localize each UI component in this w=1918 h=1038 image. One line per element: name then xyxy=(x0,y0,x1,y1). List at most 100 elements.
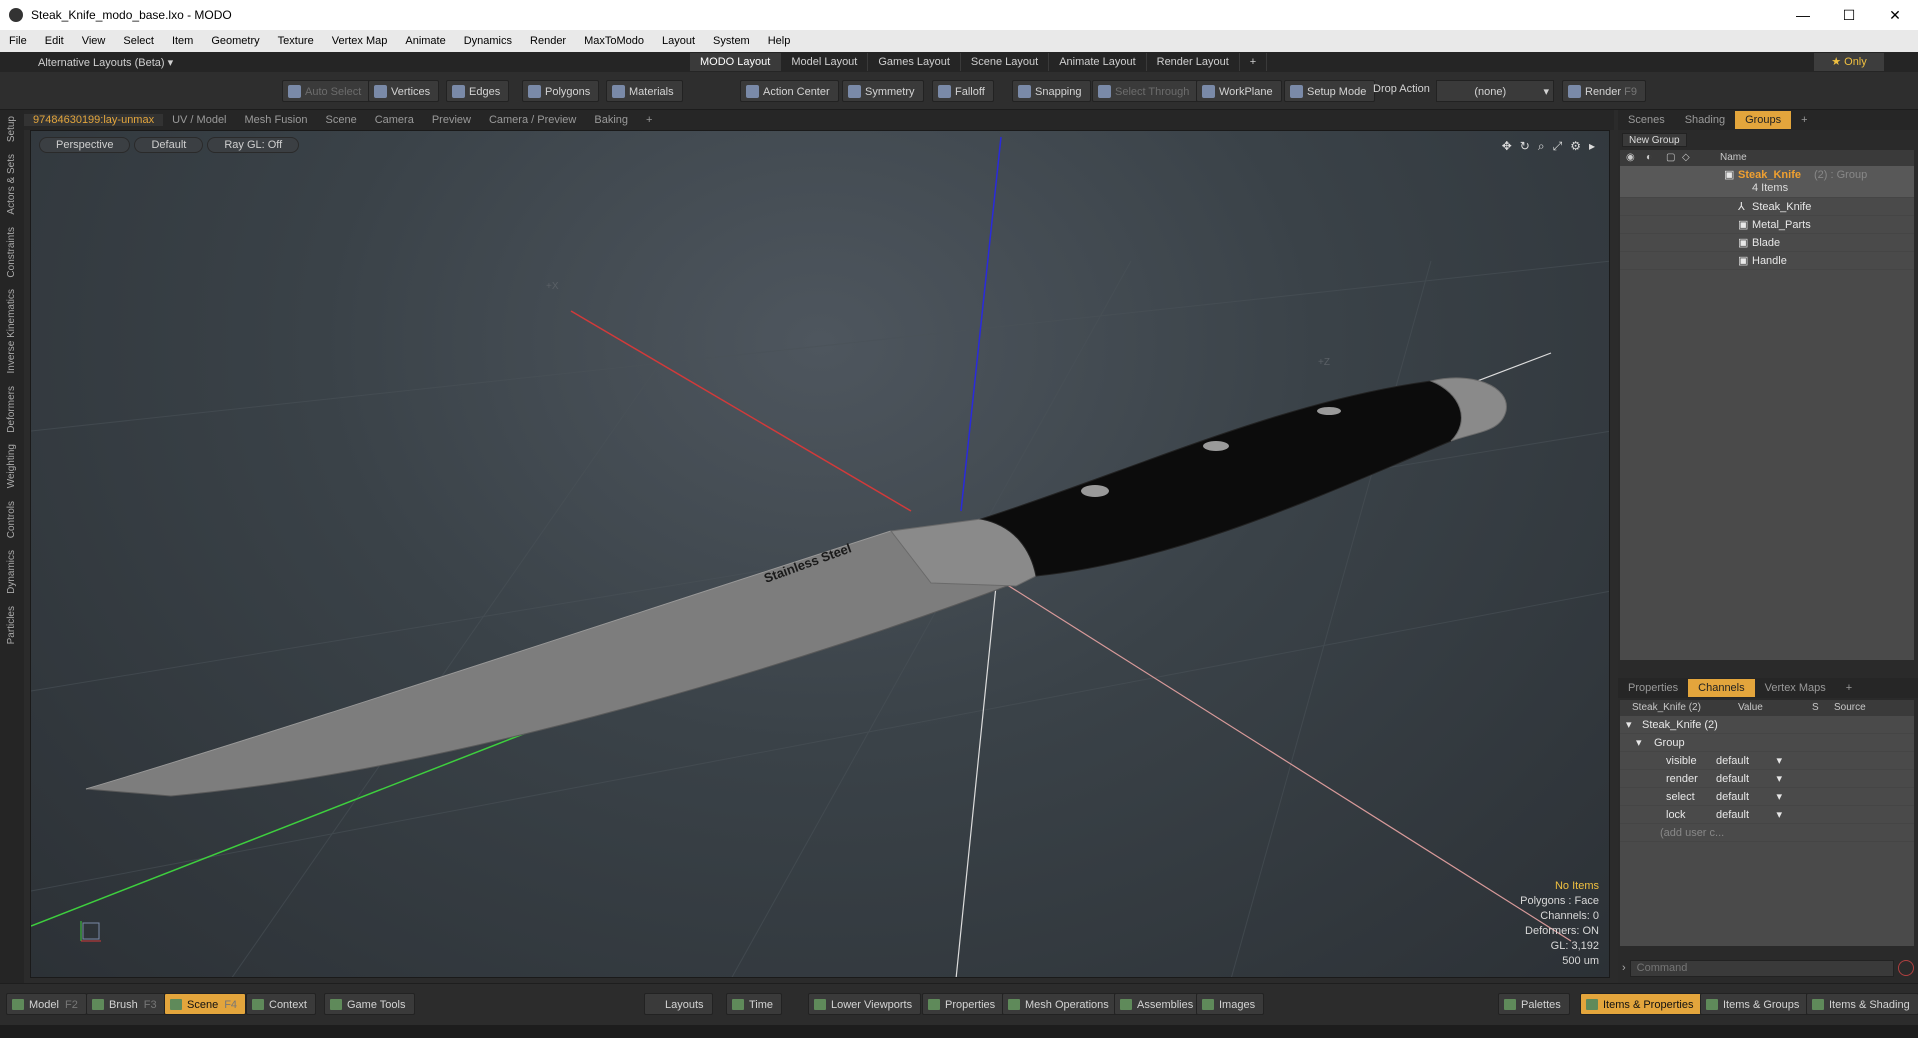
table-row[interactable]: select default ▾ xyxy=(1620,788,1914,806)
tab-modo-layout[interactable]: MODO Layout xyxy=(690,53,782,71)
polygons-button[interactable]: Polygons xyxy=(522,80,600,102)
materials-button[interactable]: Materials xyxy=(606,80,683,102)
menu-system[interactable]: System xyxy=(704,35,759,47)
new-group-button[interactable]: New Group xyxy=(1622,133,1687,147)
add-user-channel-row[interactable]: (add user c... xyxy=(1620,824,1914,842)
shading-default-dropdown[interactable]: Default xyxy=(134,137,204,153)
tab-dynamics[interactable]: Dynamics xyxy=(6,544,17,600)
pan-icon[interactable]: ✥ xyxy=(1502,139,1512,154)
menu-maxtomodo[interactable]: MaxToModo xyxy=(575,35,653,47)
list-item[interactable]: ▣ Handle xyxy=(1620,252,1914,270)
tab-render-layout[interactable]: Render Layout xyxy=(1147,53,1240,71)
knife-blade[interactable] xyxy=(85,530,1033,797)
render-button[interactable]: Render F9 xyxy=(1562,80,1646,102)
only-toggle[interactable]: ★ Only xyxy=(1814,53,1884,71)
table-row[interactable]: render default ▾ xyxy=(1620,770,1914,788)
layouts-button[interactable]: Layouts xyxy=(644,993,713,1015)
channel-group-row[interactable]: ▾ Group xyxy=(1620,734,1914,752)
menu-vertex-map[interactable]: Vertex Map xyxy=(323,35,397,47)
viewport-canvas[interactable]: +X +Z Stainless Steel xyxy=(31,131,1610,978)
gear-icon[interactable]: ⚙ xyxy=(1570,139,1581,154)
tab-scenes[interactable]: Scenes xyxy=(1618,114,1675,126)
menu-file[interactable]: File xyxy=(0,35,36,47)
menu-item[interactable]: Item xyxy=(163,35,202,47)
list-item[interactable]: ⅄ Steak_Knife xyxy=(1620,198,1914,216)
select-through-button[interactable]: Select Through xyxy=(1092,80,1199,102)
items-shading-button[interactable]: Items & Shading xyxy=(1806,993,1918,1015)
tab-preview[interactable]: Preview xyxy=(423,114,480,126)
game-tools-button[interactable]: Game Tools xyxy=(324,993,415,1015)
menu-dynamics[interactable]: Dynamics xyxy=(455,35,521,47)
tab-animate-layout[interactable]: Animate Layout xyxy=(1049,53,1147,71)
tab-setup[interactable]: Setup xyxy=(6,110,17,148)
tab-lay-unmax[interactable]: 97484630199:lay-unmax xyxy=(24,114,164,126)
maximize-button[interactable]: ☐ xyxy=(1826,0,1872,30)
tab-scene[interactable]: Scene xyxy=(317,114,366,126)
command-input[interactable] xyxy=(1629,959,1894,977)
list-item[interactable]: ▣ Metal_Parts xyxy=(1620,216,1914,234)
menu-render[interactable]: Render xyxy=(521,35,575,47)
lower-viewports-button[interactable]: Lower Viewports xyxy=(808,993,922,1015)
table-row[interactable]: lock default ▾ xyxy=(1620,806,1914,824)
tab-actors-sets[interactable]: Actors & Sets xyxy=(6,148,17,221)
tab-scene-layout[interactable]: Scene Layout xyxy=(961,53,1050,71)
scene-button[interactable]: Scene F4 xyxy=(164,993,247,1015)
menu-view[interactable]: View xyxy=(73,35,115,47)
tab-model-layout[interactable]: Model Layout xyxy=(781,53,869,71)
properties-button[interactable]: Properties xyxy=(922,993,1005,1015)
channel-value-select[interactable]: default ▾ xyxy=(1716,806,1782,824)
perspective-dropdown[interactable]: Perspective xyxy=(39,137,131,153)
add-panel-tab-button[interactable]: + xyxy=(1791,114,1817,126)
alternative-layouts-dropdown[interactable]: Alternative Layouts (Beta) ▾ xyxy=(0,56,690,69)
symmetry-button[interactable]: Symmetry xyxy=(842,80,924,102)
menu-geometry[interactable]: Geometry xyxy=(202,35,268,47)
tab-inverse-kinematics[interactable]: Inverse Kinematics xyxy=(6,283,17,379)
table-row[interactable]: visible default ▾ xyxy=(1620,752,1914,770)
images-button[interactable]: Images xyxy=(1196,993,1265,1015)
tab-camera-preview[interactable]: Camera / Preview xyxy=(480,114,585,126)
tab-groups[interactable]: Groups xyxy=(1735,111,1792,129)
menu-select[interactable]: Select xyxy=(114,35,163,47)
play-icon[interactable]: ▸ xyxy=(1589,139,1595,154)
action-center-button[interactable]: Action Center xyxy=(740,80,839,102)
setup-mode-button[interactable]: Setup Mode xyxy=(1284,80,1376,102)
auto-select-button[interactable]: Auto Select xyxy=(282,80,371,102)
close-button[interactable]: ✕ xyxy=(1872,0,1918,30)
menu-animate[interactable]: Animate xyxy=(396,35,454,47)
channel-value-select[interactable]: default ▾ xyxy=(1716,770,1782,788)
vertices-button[interactable]: Vertices xyxy=(368,80,440,102)
edges-button[interactable]: Edges xyxy=(446,80,510,102)
tab-properties[interactable]: Properties xyxy=(1618,682,1688,694)
add-layout-button[interactable]: + xyxy=(1240,53,1268,71)
menu-edit[interactable]: Edit xyxy=(36,35,73,47)
time-button[interactable]: Time xyxy=(726,993,783,1015)
minimize-button[interactable]: — xyxy=(1780,0,1826,30)
3d-viewport[interactable]: +X +Z Stainless Steel Perspective Defaul… xyxy=(30,130,1610,978)
tab-controls[interactable]: Controls xyxy=(6,495,17,544)
tab-vertex-maps[interactable]: Vertex Maps xyxy=(1755,682,1836,694)
tab-games-layout[interactable]: Games Layout xyxy=(868,53,961,71)
knife-handle[interactable] xyxy=(979,380,1481,577)
menu-help[interactable]: Help xyxy=(759,35,800,47)
brush-button[interactable]: Brush F3 xyxy=(86,993,166,1015)
channel-value-select[interactable]: default ▾ xyxy=(1716,752,1782,770)
drop-action-select[interactable]: (none) ▾ xyxy=(1436,80,1554,102)
mesh-operations-button[interactable]: Mesh Operations xyxy=(1002,993,1118,1015)
tab-uv-model[interactable]: UV / Model xyxy=(163,114,235,126)
tab-camera[interactable]: Camera xyxy=(366,114,423,126)
menu-texture[interactable]: Texture xyxy=(269,35,323,47)
channel-value-select[interactable]: default ▾ xyxy=(1716,788,1782,806)
falloff-button[interactable]: Falloff xyxy=(932,80,994,102)
model-button[interactable]: Model F2 xyxy=(6,993,87,1015)
group-row[interactable]: ▣ Steak_Knife (2) : Group 4 Items xyxy=(1620,166,1914,198)
add-panel-tab-button[interactable]: + xyxy=(1836,682,1862,694)
workplane-button[interactable]: WorkPlane xyxy=(1196,80,1282,102)
assemblies-button[interactable]: Assemblies xyxy=(1114,993,1203,1015)
palettes-button[interactable]: Palettes xyxy=(1498,993,1570,1015)
channel-root-row[interactable]: ▾ Steak_Knife (2) xyxy=(1620,716,1914,734)
items-properties-button[interactable]: Items & Properties xyxy=(1580,993,1703,1015)
tab-mesh-fusion[interactable]: Mesh Fusion xyxy=(236,114,317,126)
menu-layout[interactable]: Layout xyxy=(653,35,704,47)
context-button[interactable]: Context xyxy=(246,993,316,1015)
tab-baking[interactable]: Baking xyxy=(585,114,637,126)
